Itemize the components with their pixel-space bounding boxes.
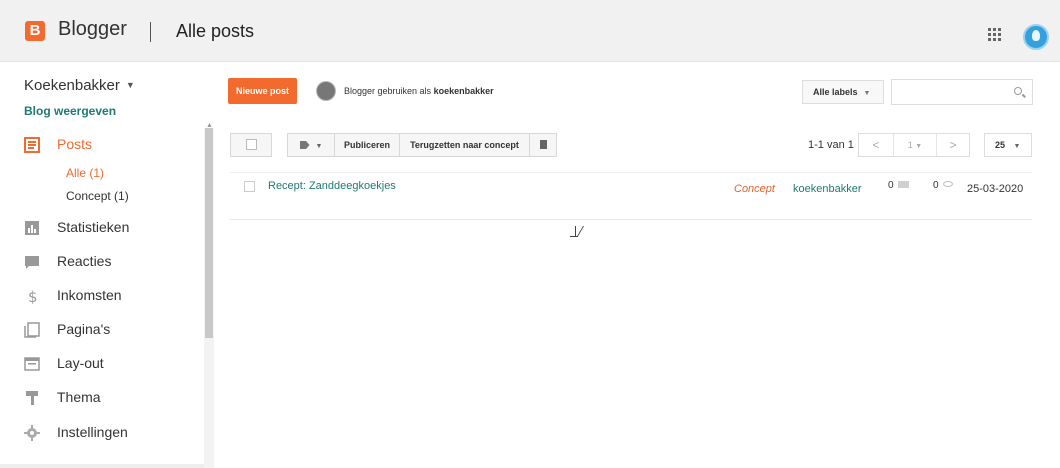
- post-date: 25-03-2020: [967, 183, 1024, 195]
- chevron-down-icon: ▼: [315, 143, 323, 150]
- next-page-icon[interactable]: >: [937, 134, 969, 156]
- dollar-icon: $: [28, 288, 38, 304]
- sidebar-item-posts[interactable]: Posts: [24, 136, 204, 156]
- user-prefix: Blogger gebruiken als: [344, 86, 432, 96]
- trash-icon: [539, 140, 547, 149]
- labels-dropdown-label: Alle labels: [813, 87, 858, 97]
- page-select[interactable]: 1 ▼: [894, 134, 936, 156]
- blog-name[interactable]: Koekenbakker: [24, 77, 120, 94]
- search-icon[interactable]: [1014, 87, 1022, 95]
- comment-icon: [897, 181, 909, 188]
- sidebar-item-label: Pagina's: [57, 321, 111, 337]
- stats-icon: [25, 221, 39, 235]
- chevron-down-icon: ▼: [1013, 143, 1021, 150]
- delete-button[interactable]: [529, 133, 557, 157]
- sidebar-item-paginas[interactable]: Pagina's: [24, 321, 204, 341]
- sidebar: Koekenbakker ▼ Blog weergeven Posts Alle …: [0, 62, 218, 468]
- eye-icon: [942, 181, 953, 187]
- sidebar-item-statistieken[interactable]: Statistieken: [24, 219, 204, 239]
- labels-dropdown[interactable]: Alle labels ▼: [802, 80, 884, 104]
- user-info: Blogger gebruiken als koekenbakker: [344, 86, 494, 96]
- table-divider: [230, 219, 1032, 220]
- post-comment-count: 0: [888, 180, 909, 191]
- post-status: Concept: [734, 183, 775, 195]
- sidebar-item-label: Lay-out: [57, 355, 104, 371]
- account-avatar[interactable]: [1023, 24, 1049, 50]
- select-all-checkbox[interactable]: [230, 133, 272, 157]
- brand-name[interactable]: Blogger: [58, 18, 127, 41]
- theme-icon: [26, 391, 38, 405]
- sidebar-item-label: Inkomsten: [57, 287, 122, 303]
- comments-icon: [25, 256, 39, 269]
- header-divider: [150, 22, 151, 42]
- result-count: 1-1 van 1: [808, 139, 854, 151]
- row-checkbox[interactable]: [244, 181, 255, 192]
- new-post-button[interactable]: Nieuwe post: [228, 78, 298, 104]
- table-divider: [230, 172, 1032, 173]
- mouse-cursor-icon: [575, 226, 582, 237]
- blog-selector[interactable]: Koekenbakker ▼: [24, 77, 135, 94]
- blogger-logo-icon[interactable]: B: [25, 21, 45, 41]
- checkbox-icon: [245, 139, 257, 150]
- svg-text:$: $: [28, 288, 38, 304]
- top-bar: B Blogger Alle posts: [0, 0, 1060, 62]
- comment-count-value: 0: [888, 180, 894, 191]
- chevron-down-icon: ▼: [915, 143, 923, 150]
- post-title-link[interactable]: Recept: Zanddeegkoekjes: [268, 180, 396, 192]
- view-blog-link[interactable]: Blog weergeven: [24, 104, 116, 118]
- view-count-value: 0: [933, 180, 939, 191]
- prev-page-icon[interactable]: <: [859, 134, 893, 156]
- sidebar-item-label: Instellingen: [57, 424, 128, 440]
- post-view-count: 0: [933, 180, 953, 191]
- sidebar-item-inkomsten[interactable]: $ Inkomsten: [24, 287, 204, 307]
- pagination: < 1 ▼ >: [858, 133, 970, 157]
- label-menu-button[interactable]: ▼: [287, 133, 335, 157]
- sidebar-scrollbar[interactable]: ▲: [204, 122, 214, 468]
- sidebar-item-label: Reacties: [57, 253, 112, 269]
- publish-button[interactable]: Publiceren: [334, 133, 400, 157]
- sidebar-item-label: Posts: [57, 136, 93, 152]
- username: koekenbakker: [433, 86, 494, 96]
- per-page-select[interactable]: 25 ▼: [984, 133, 1032, 157]
- sidebar-item-label: Thema: [57, 389, 101, 405]
- sidebar-subitem-all[interactable]: Alle (1): [66, 166, 104, 180]
- sidebar-item-reacties[interactable]: Reacties: [24, 253, 204, 273]
- sidebar-bottom-edge: [0, 464, 204, 468]
- tag-icon: [299, 141, 310, 149]
- sidebar-item-layout[interactable]: Lay-out: [24, 355, 204, 375]
- search-input[interactable]: [891, 79, 1033, 105]
- apps-grid-icon[interactable]: [988, 28, 1002, 41]
- sidebar-subitem-draft[interactable]: Concept (1): [66, 189, 129, 203]
- scrollbar-thumb[interactable]: [205, 128, 213, 338]
- chevron-down-icon: ▼: [863, 90, 871, 97]
- page-number: 1: [907, 140, 913, 150]
- chevron-down-icon[interactable]: ▼: [126, 80, 135, 90]
- sidebar-item-thema[interactable]: Thema: [24, 389, 204, 409]
- sidebar-item-instellingen[interactable]: Instellingen: [24, 424, 204, 444]
- page-title: Alle posts: [176, 21, 255, 41]
- posts-icon: [24, 137, 40, 153]
- per-page-value: 25: [995, 140, 1006, 150]
- revert-to-draft-button[interactable]: Terugzetten naar concept: [399, 133, 530, 157]
- gear-icon: [24, 425, 40, 441]
- sidebar-item-label: Statistieken: [57, 219, 130, 235]
- user-avatar: [316, 81, 336, 101]
- post-author-link[interactable]: koekenbakker: [793, 183, 862, 195]
- layout-icon: [24, 357, 40, 371]
- pages-icon: [24, 322, 40, 338]
